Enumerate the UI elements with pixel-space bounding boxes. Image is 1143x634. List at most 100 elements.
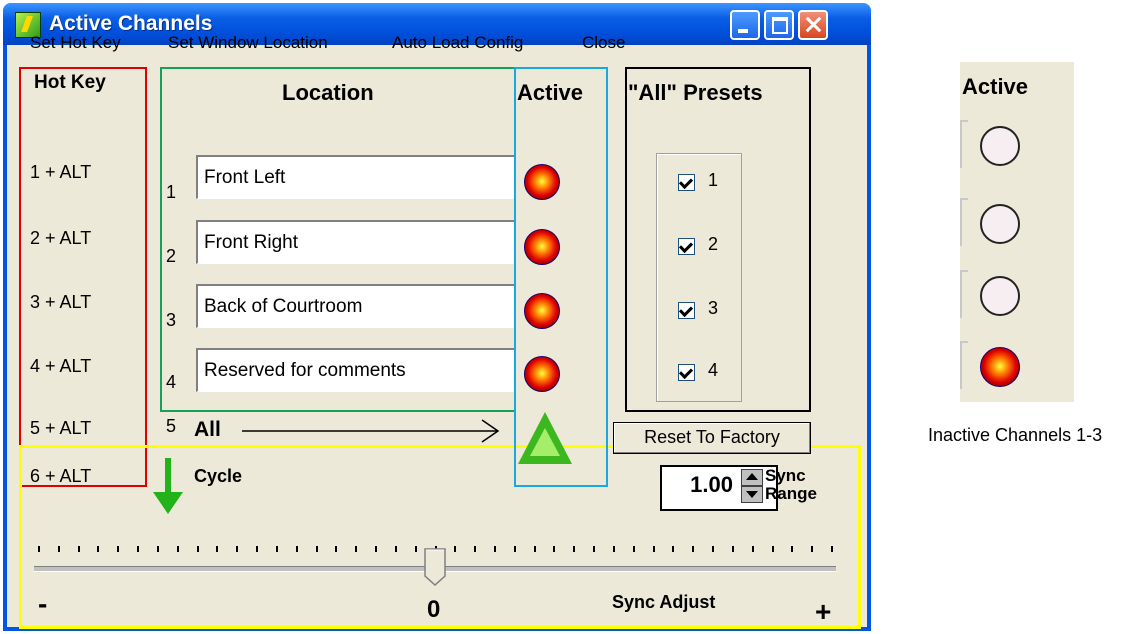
spin-up-icon[interactable] <box>741 469 763 486</box>
slider-tick <box>196 546 199 552</box>
slider-tick <box>612 546 615 552</box>
slider-tick <box>573 546 576 552</box>
slider-tick <box>77 546 80 552</box>
side-row-tab <box>960 120 968 168</box>
slider-tick <box>117 546 120 552</box>
slider-tick <box>176 546 179 552</box>
active-indicator-icon[interactable] <box>524 164 560 200</box>
preset-label-1: 1 <box>708 170 719 190</box>
channel-number-1: 1 <box>166 182 177 202</box>
slider-tick <box>672 546 675 552</box>
side-caption: Inactive Channels 1-3 <box>928 425 1103 445</box>
active-indicator-icon <box>980 347 1020 387</box>
all-label: All <box>194 418 221 441</box>
preset-label-2: 2 <box>708 234 719 254</box>
slider-tick <box>493 546 496 552</box>
sync-adjust-thumb[interactable] <box>424 548 446 586</box>
side-active-header: Active <box>962 74 1029 99</box>
reset-to-factory-button[interactable]: Reset To Factory <box>613 422 811 454</box>
cycle-down-arrow-head <box>153 492 183 514</box>
side-row-tab <box>960 270 968 318</box>
slider-tick <box>731 546 734 552</box>
sync-adjust-value-label: 0 <box>427 596 441 623</box>
sync-range-label-line2: Range <box>765 484 817 503</box>
channel-number-3: 3 <box>166 310 177 330</box>
sync-adjust-label: Sync Adjust <box>612 592 716 612</box>
menu-set-hot-key[interactable]: Set Hot Key <box>30 33 121 53</box>
slider-tick <box>712 546 715 552</box>
side-row-tab <box>960 341 968 389</box>
slider-tick <box>156 546 159 552</box>
preset-checkbox-3[interactable] <box>678 302 695 319</box>
triangle-highlight <box>530 428 560 456</box>
inactive-indicator-icon <box>980 276 1020 316</box>
channel-number-4: 4 <box>166 372 177 392</box>
slider-tick <box>414 546 417 552</box>
slider-tick <box>513 546 516 552</box>
minimize-icon[interactable] <box>730 10 760 40</box>
slider-tick <box>751 546 754 552</box>
slider-tick <box>216 546 219 552</box>
sync-range-value[interactable]: 1.00 <box>671 472 733 498</box>
slider-tick <box>771 546 774 552</box>
slider-tick <box>831 546 833 552</box>
maximize-icon[interactable] <box>764 10 794 40</box>
slider-tick <box>692 546 695 552</box>
slider-tick <box>38 546 40 552</box>
slider-tick <box>256 546 259 552</box>
slider-tick <box>57 546 60 552</box>
slider-tick <box>553 546 556 552</box>
slider-tick <box>454 546 457 552</box>
hotkey-label-3: 3 + ALT <box>30 292 92 312</box>
active-indicator-icon[interactable] <box>524 293 560 329</box>
preset-checkbox-4[interactable] <box>678 364 695 381</box>
presets-group <box>656 153 742 402</box>
hotkey-header: Hot Key <box>34 72 106 93</box>
hotkey-label-6: 6 + ALT <box>30 466 92 486</box>
location-field-3[interactable]: Back of Courtroom <box>196 284 514 328</box>
slider-tick <box>137 546 140 552</box>
slider-tick <box>474 546 477 552</box>
slider-tick <box>97 546 100 552</box>
slider-tick <box>632 546 635 552</box>
hotkey-label-1: 1 + ALT <box>30 162 92 182</box>
cycle-label: Cycle <box>194 466 243 486</box>
cycle-down-arrow-icon <box>165 458 171 494</box>
preset-label-4: 4 <box>708 360 719 380</box>
slider-tick <box>275 546 278 552</box>
location-header: Location <box>282 80 374 105</box>
active-indicator-icon[interactable] <box>524 229 560 265</box>
preset-checkbox-2[interactable] <box>678 238 695 255</box>
slider-tick <box>593 546 596 552</box>
preset-label-3: 3 <box>708 298 719 318</box>
menu-close[interactable]: Close <box>582 33 625 53</box>
location-field-1[interactable]: Front Left <box>196 155 514 199</box>
sync-adjust-max-label: + <box>815 596 832 627</box>
location-field-4[interactable]: Reserved for comments <box>196 348 514 392</box>
location-field-2[interactable]: Front Right <box>196 220 514 264</box>
slider-tick <box>375 546 378 552</box>
inactive-indicator-icon <box>980 204 1020 244</box>
slider-tick <box>295 546 298 552</box>
slider-tick <box>394 546 397 552</box>
active-indicator-icon[interactable] <box>524 356 560 392</box>
slider-tick <box>811 546 814 552</box>
inactive-indicator-icon <box>980 126 1020 166</box>
hotkey-label-4: 4 + ALT <box>30 356 92 376</box>
menu-auto-load-config[interactable]: Auto Load Config <box>392 33 523 53</box>
spin-down-icon[interactable] <box>741 486 763 503</box>
presets-header: "All" Presets <box>628 80 763 105</box>
slider-tick <box>355 546 358 552</box>
all-row-number: 5 <box>166 416 177 436</box>
slider-tick <box>315 546 318 552</box>
hotkey-label-5: 5 + ALT <box>30 418 92 438</box>
all-arrow-icon <box>242 419 500 443</box>
sync-range-label-line1: Sync <box>765 466 806 485</box>
close-icon[interactable] <box>798 10 828 40</box>
hotkey-label-2: 2 + ALT <box>30 228 92 248</box>
menu-set-window-location[interactable]: Set Window Location <box>168 33 328 53</box>
preset-checkbox-1[interactable] <box>678 174 695 191</box>
slider-tick <box>652 546 655 552</box>
slider-tick <box>236 546 239 552</box>
slider-tick <box>335 546 338 552</box>
